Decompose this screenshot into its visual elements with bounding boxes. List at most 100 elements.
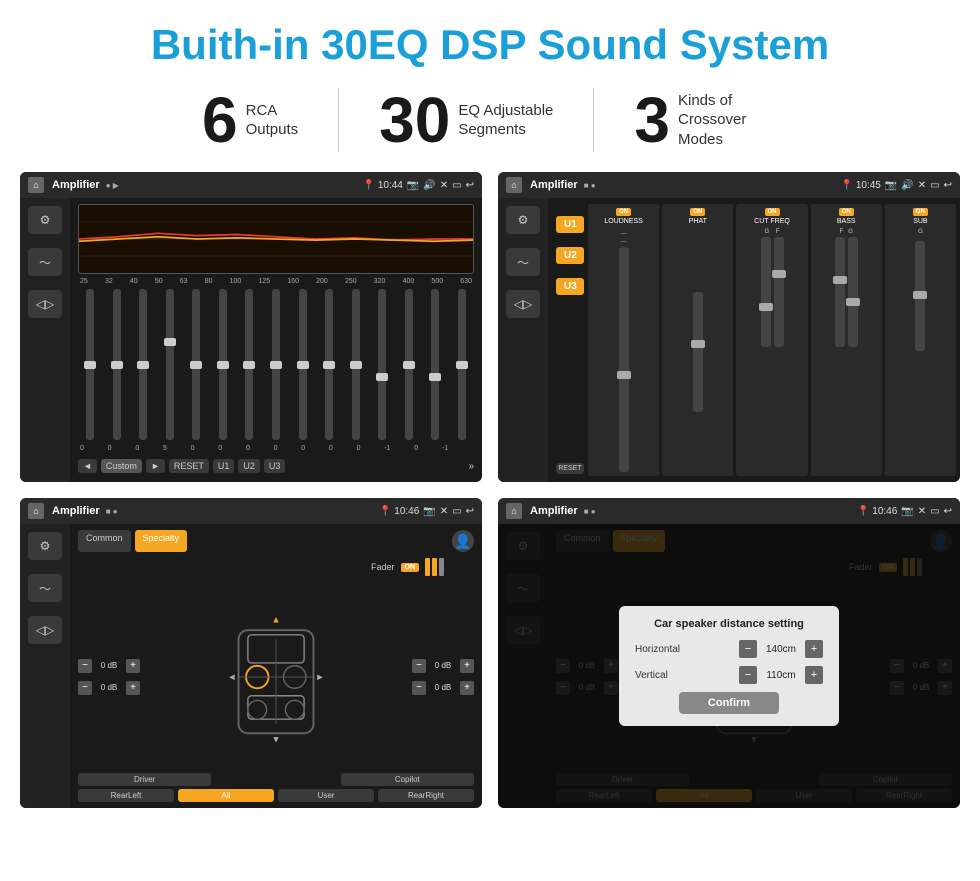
screen3-dots: ■ ● — [106, 507, 118, 516]
home-icon-1[interactable]: ⌂ — [28, 177, 44, 193]
u2-btn[interactable]: U2 — [556, 247, 584, 264]
eq-sidebar-btn-3[interactable]: ◁▷ — [28, 290, 62, 318]
eq-sidebar-btn-1[interactable]: ⚙ — [28, 206, 62, 234]
slider-5[interactable] — [184, 289, 209, 443]
phat-label: PHAT — [689, 218, 707, 225]
screen2-status-icons: 📍 10:45 📷 🔊 ✕ ▭ ↩ — [841, 180, 952, 191]
db-minus-tr[interactable]: − — [412, 659, 426, 673]
db-plus-br[interactable]: + — [460, 681, 474, 695]
db-minus-tl[interactable]: − — [78, 659, 92, 673]
copilot-btn[interactable]: Copilot — [341, 773, 474, 786]
horizontal-label: Horizontal — [635, 644, 695, 655]
tab-common[interactable]: Common — [78, 530, 131, 552]
slider-3[interactable] — [131, 289, 156, 443]
slider-9[interactable] — [290, 289, 315, 443]
cutfreq-label: CUT FREQ — [754, 218, 790, 225]
db-control-top-right: − 0 dB + — [412, 659, 474, 673]
slider-13[interactable] — [396, 289, 421, 443]
eq-custom-btn[interactable]: Custom — [101, 459, 142, 473]
common-content: ⚙ 〜 ◁▷ Common Specialty 👤 Fader ON — [20, 524, 482, 808]
db-minus-bl[interactable]: − — [78, 681, 92, 695]
db-plus-tr[interactable]: + — [460, 659, 474, 673]
horizontal-plus-btn[interactable]: + — [805, 640, 823, 658]
sub-label: SUB — [913, 218, 927, 225]
slider-10[interactable] — [317, 289, 342, 443]
status-bar-3: ⌂ Amplifier ■ ● 📍 10:46 📷 ✕ ▭ ↩ — [20, 498, 482, 524]
eq-reset-btn[interactable]: RESET — [169, 459, 209, 473]
rearleft-btn[interactable]: RearLeft — [78, 789, 174, 802]
phat-on[interactable]: ON — [690, 208, 705, 216]
amp-reset-btn[interactable]: RESET — [556, 463, 584, 474]
db-minus-br[interactable]: − — [412, 681, 426, 695]
cutfreq-col: ON CUT FREQ G F — [736, 204, 807, 476]
vertical-control: − 110cm + — [739, 666, 823, 684]
all-btn[interactable]: All — [178, 789, 274, 802]
eq-u1-btn[interactable]: U1 — [213, 459, 235, 473]
vertical-minus-btn[interactable]: − — [739, 666, 757, 684]
stat-crossover: 3 Kinds ofCrossover Modes — [594, 88, 818, 152]
vertical-plus-btn[interactable]: + — [805, 666, 823, 684]
profile-icon[interactable]: 👤 — [452, 530, 474, 552]
slider-6[interactable] — [211, 289, 236, 443]
sub-on[interactable]: ON — [913, 208, 928, 216]
db-plus-tl[interactable]: + — [126, 659, 140, 673]
slider-12[interactable] — [370, 289, 395, 443]
slider-14[interactable] — [423, 289, 448, 443]
slider-8[interactable] — [264, 289, 289, 443]
stat-text-rca: RCAOutputs — [246, 101, 299, 140]
horizontal-value: 140cm — [761, 644, 801, 655]
sub-col: ON SUB G — [885, 204, 956, 476]
amp-sidebar-btn-1[interactable]: ⚙ — [506, 206, 540, 234]
common-sidebar-btn-1[interactable]: ⚙ — [28, 532, 62, 560]
screen2-dots: ■ ● — [584, 181, 596, 190]
stat-text-crossover: Kinds ofCrossover Modes — [678, 91, 778, 150]
u3-btn[interactable]: U3 — [556, 278, 584, 295]
slider-1[interactable] — [78, 289, 103, 443]
bass-on[interactable]: ON — [839, 208, 854, 216]
eq-prev-btn[interactable]: ◄ — [78, 459, 97, 473]
eq-next-btn[interactable]: ► — [146, 459, 165, 473]
bottom-btn-row-3: Driver Copilot — [78, 773, 474, 786]
vertical-value: 110cm — [761, 670, 801, 681]
screen3-title: Amplifier — [52, 505, 100, 517]
rearright-btn[interactable]: RearRight — [378, 789, 474, 802]
dialog-box: Car speaker distance setting Horizontal … — [619, 606, 839, 726]
svg-text:◄: ◄ — [227, 672, 236, 682]
amp-sidebar-btn-2[interactable]: 〜 — [506, 248, 540, 276]
confirm-button[interactable]: Confirm — [679, 692, 779, 714]
common-sidebar-btn-2[interactable]: 〜 — [28, 574, 62, 602]
slider-11[interactable] — [343, 289, 368, 443]
slider-4[interactable] — [158, 289, 183, 443]
slider-7[interactable] — [237, 289, 262, 443]
horizontal-minus-btn[interactable]: − — [739, 640, 757, 658]
screen4-title: Amplifier — [530, 505, 578, 517]
common-sidebar-btn-3[interactable]: ◁▷ — [28, 616, 62, 644]
stat-text-eq: EQ AdjustableSegments — [458, 101, 553, 140]
svg-text:▼: ▼ — [271, 734, 280, 744]
horizontal-row: Horizontal − 140cm + — [635, 640, 823, 658]
loudness-on[interactable]: ON — [616, 208, 631, 216]
home-icon-4[interactable]: ⌂ — [506, 503, 522, 519]
eq-u3-btn[interactable]: U3 — [264, 459, 286, 473]
fader-on-btn[interactable]: ON — [401, 563, 420, 572]
slider-15[interactable] — [449, 289, 474, 443]
home-icon-3[interactable]: ⌂ — [28, 503, 44, 519]
eq-left-sidebar: ⚙ 〜 ◁▷ — [20, 198, 70, 482]
amp-sidebar-btn-3[interactable]: ◁▷ — [506, 290, 540, 318]
slider-2[interactable] — [105, 289, 130, 443]
home-icon-2[interactable]: ⌂ — [506, 177, 522, 193]
loudness-col: ON LOUDNESS — — — [588, 204, 659, 476]
phat-col: ON PHAT — [662, 204, 733, 476]
fader-label: Fader — [371, 562, 395, 572]
screen1-title: Amplifier — [52, 179, 100, 191]
user-btn[interactable]: User — [278, 789, 374, 802]
eq-u2-btn[interactable]: U2 — [238, 459, 260, 473]
db-plus-bl[interactable]: + — [126, 681, 140, 695]
u1-btn[interactable]: U1 — [556, 216, 584, 233]
eq-sidebar-btn-2[interactable]: 〜 — [28, 248, 62, 276]
tab-specialty[interactable]: Specialty — [135, 530, 188, 552]
driver-btn[interactable]: Driver — [78, 773, 211, 786]
cutfreq-on[interactable]: ON — [765, 208, 780, 216]
amp-content: ⚙ 〜 ◁▷ U1 U2 U3 RESET ON — [498, 198, 960, 482]
screen1-dots: ● ▶ — [106, 181, 119, 190]
